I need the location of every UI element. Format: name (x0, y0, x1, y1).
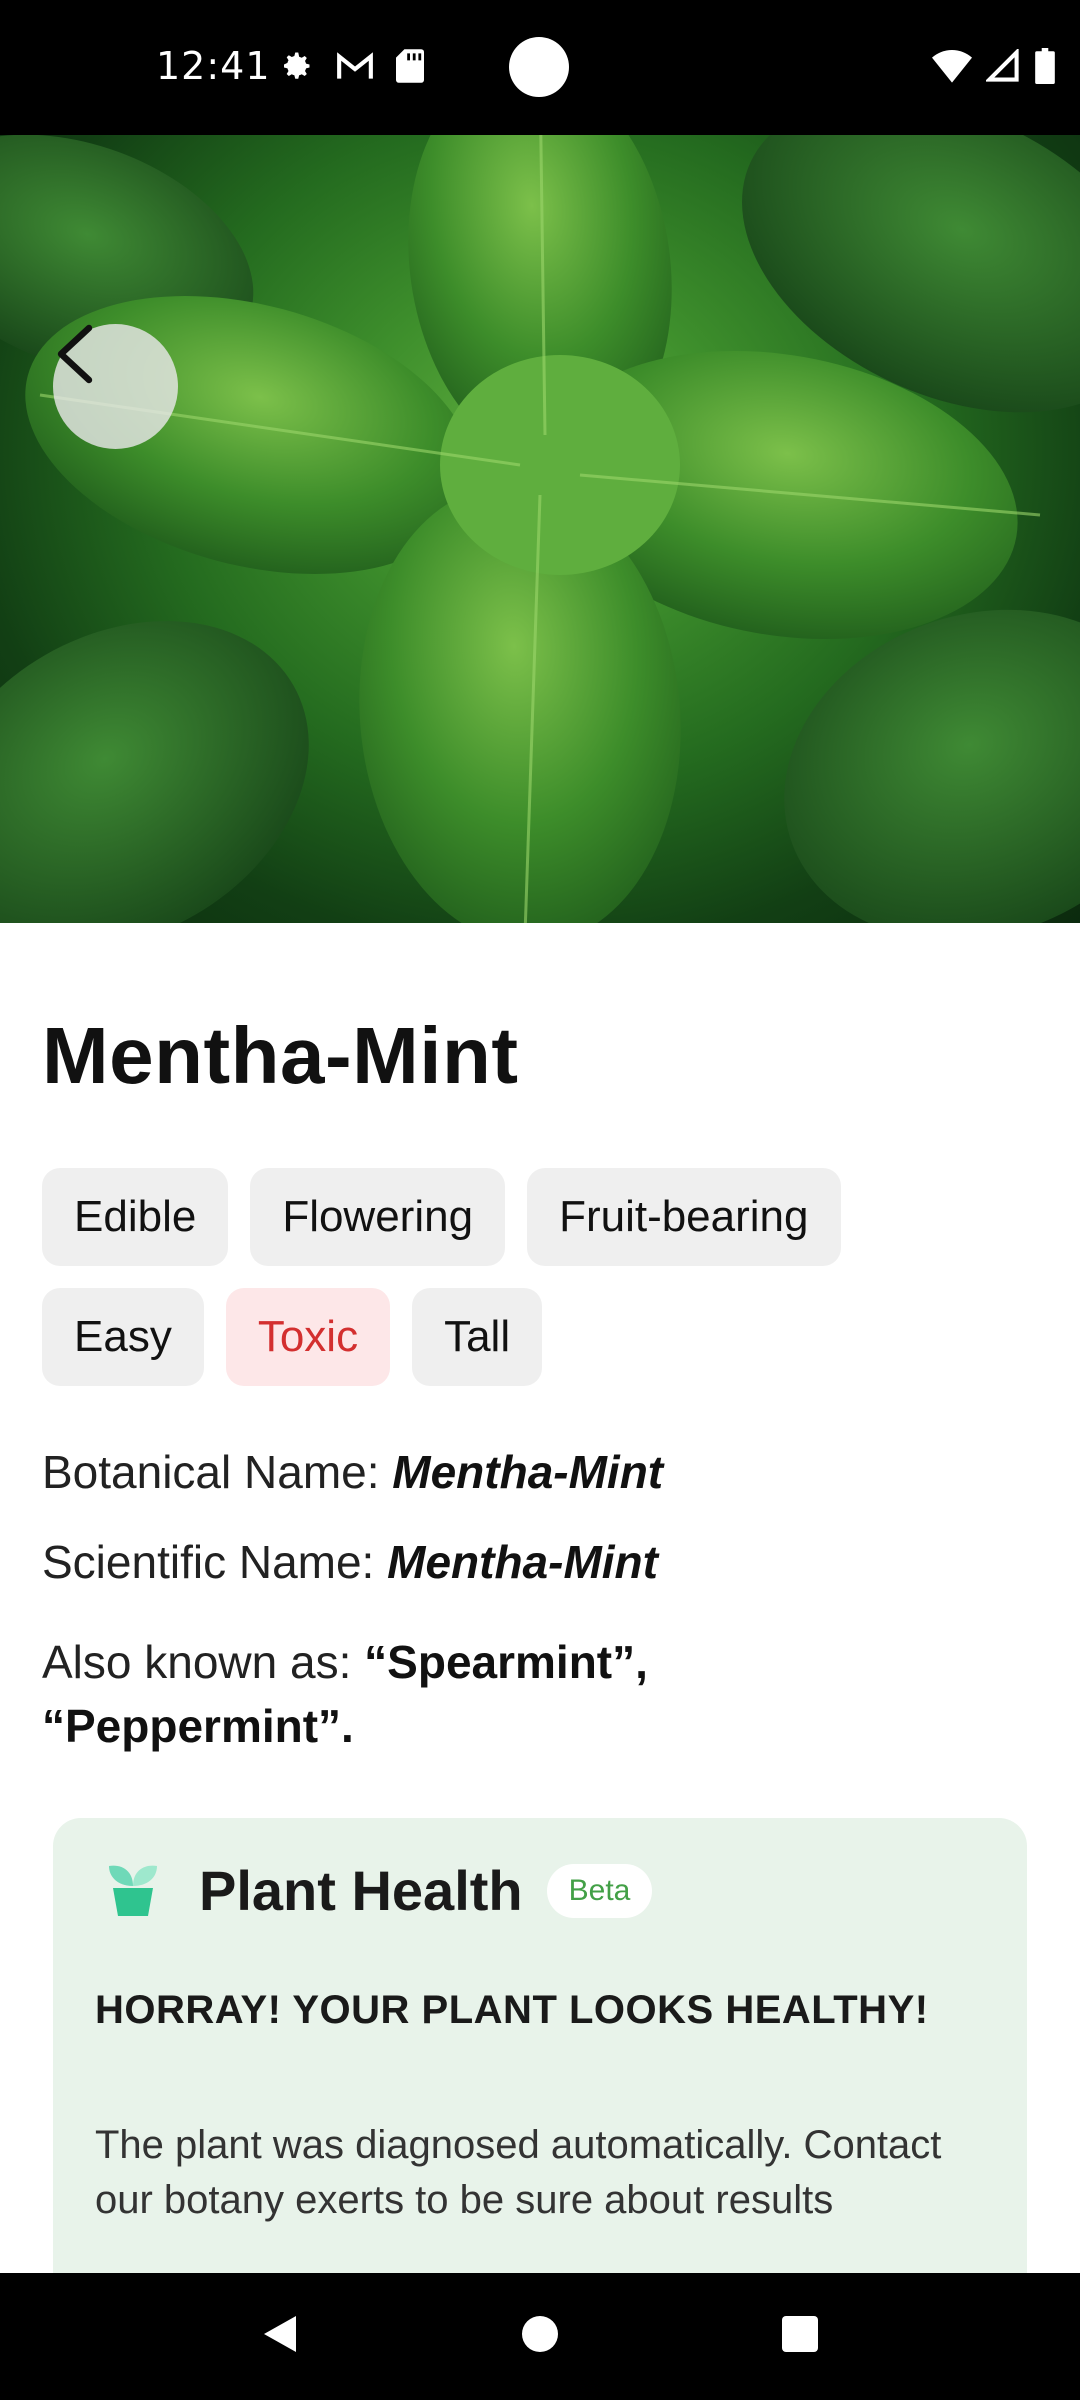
scientific-name-label: Scientific Name: (42, 1536, 388, 1588)
plant-title: Mentha-Mint (42, 1011, 519, 1100)
status-icons-left (278, 48, 424, 84)
circle-home-icon (520, 2314, 560, 2359)
tag-fruit-bearing: Fruit-bearing (527, 1168, 841, 1266)
square-recents-icon (780, 2314, 820, 2359)
sd-card-icon (396, 49, 424, 83)
tag-edible: Edible (42, 1168, 229, 1266)
health-header: Plant Health Beta (105, 1858, 653, 1923)
scientific-name-value: Mentha-Mint (387, 1536, 658, 1588)
status-time: 12:41 (156, 44, 271, 88)
health-headline: HORRAY! YOUR PLANT LOOKS HEALTHY! (95, 1988, 929, 2032)
beta-badge: Beta (546, 1863, 653, 1918)
also-known-as: Also known as: “Spearmint”, “Peppermint”… (42, 1630, 942, 1758)
tag-toxic: Toxic (225, 1288, 391, 1386)
scientific-name: Scientific Name: Mentha-Mint (42, 1535, 658, 1589)
botanical-name: Botanical Name: Mentha-Mint (42, 1445, 663, 1499)
triangle-back-icon (260, 2312, 300, 2361)
nav-back-button[interactable] (250, 2307, 310, 2367)
back-button[interactable] (53, 324, 178, 449)
aka-label: Also known as: (42, 1636, 365, 1688)
botanical-name-value: Mentha-Mint (392, 1446, 664, 1498)
health-title: Plant Health (199, 1859, 523, 1922)
nav-home-button[interactable] (510, 2307, 570, 2367)
tag-flowering: Flowering (250, 1168, 506, 1266)
nav-recents-button[interactable] (770, 2307, 830, 2367)
gear-icon (278, 48, 314, 84)
camera-cutout (509, 37, 569, 97)
wifi-icon (932, 49, 972, 88)
plant-pot-icon (105, 1858, 161, 1923)
gmail-icon (336, 50, 374, 82)
tag-row-2: Easy Toxic Tall (42, 1288, 1042, 1386)
plant-detail-screen: 12:41 Mentha-Mint Edible Flowering Fruit… (0, 0, 1080, 2400)
status-bar: 12:41 (0, 0, 1080, 135)
plant-tags: Edible Flowering Fruit-bearing Easy Toxi… (42, 1168, 1042, 1408)
botanical-name-label: Botanical Name: (42, 1446, 393, 1498)
navigation-bar (0, 2273, 1080, 2400)
plant-hero-image (0, 135, 1080, 923)
battery-icon (1034, 48, 1056, 89)
tag-tall: Tall (412, 1288, 543, 1386)
health-description: The plant was diagnosed automatically. C… (95, 2123, 942, 2222)
tag-row-1: Edible Flowering Fruit-bearing (42, 1168, 1042, 1266)
status-icons-right (932, 47, 1056, 89)
signal-icon (984, 47, 1020, 88)
tag-easy: Easy (42, 1288, 204, 1386)
